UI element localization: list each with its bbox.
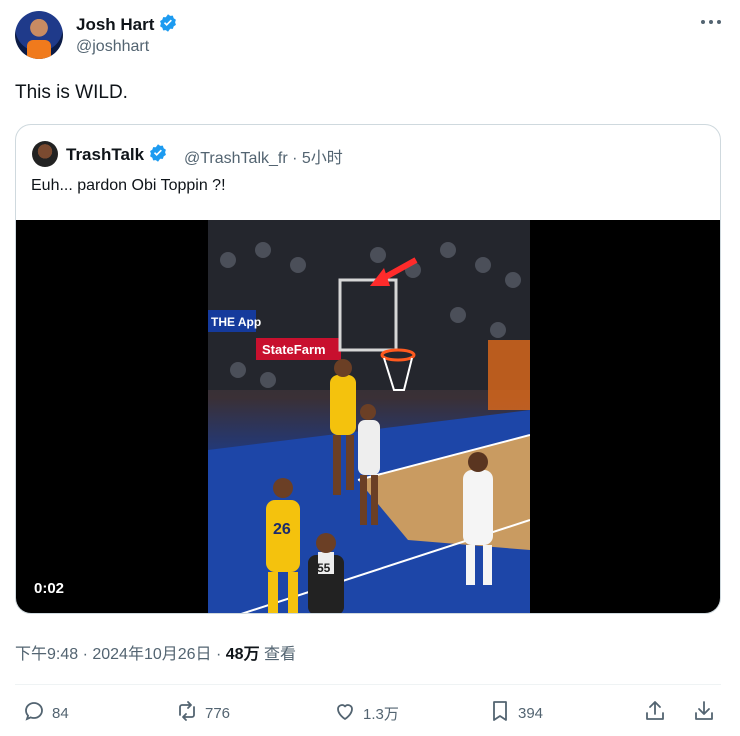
quoted-author-handle[interactable]: @TrashTalk_fr [184,150,288,167]
heart-icon [333,699,357,727]
tweet-timestamp-row: 下午9:48 · 2024年10月26日 · 48万 查看 [15,640,296,664]
quoted-tweet-card[interactable]: TrashTalk @TrashTalk_fr · 5小时 Euh... par… [15,124,721,614]
repost-icon [175,699,199,727]
author-name-row[interactable]: Josh Hart [76,13,178,38]
more-options-icon[interactable] [698,12,724,32]
views-label: 查看 [259,646,297,663]
tweet-text: This is WILD. [15,82,128,103]
reply-icon [22,699,46,727]
jersey-number: 26 [273,521,291,538]
repost-count: 776 [205,704,231,722]
like-count: 1.3万 [363,705,399,723]
download-button[interactable] [692,700,716,726]
quoted-text: Euh... pardon Obi Toppin ?! [31,177,226,194]
quoted-author-avatar[interactable] [32,141,58,167]
tweet-timestamp[interactable]: 下午9:48 · 2024年10月26日 · [15,646,226,663]
bookmark-icon [488,699,512,727]
share-button[interactable] [643,700,667,726]
video-player[interactable]: THE App StateFarm 26 55 0:02 [16,220,720,613]
ad-board-text: StateFarm [262,342,326,357]
ad-board-text: THE App [211,315,261,329]
reply-count: 84 [52,704,69,722]
jersey-number: 55 [317,561,331,575]
quoted-author-name[interactable]: TrashTalk [66,145,144,164]
divider [15,684,721,685]
views-count[interactable]: 48万 [226,646,260,663]
share-icon [643,699,667,727]
video-frame: THE App StateFarm 26 55 [208,220,530,613]
quoted-meta: @TrashTalk_fr · 5小时 [184,144,343,168]
repost-button[interactable]: 776 [175,700,230,726]
author-name[interactable]: Josh Hart [76,15,154,34]
video-duration: 0:02 [34,580,65,597]
verified-badge-icon [148,143,168,168]
meta-separator: · [292,150,298,167]
video-scene: THE App StateFarm 26 55 [208,220,530,613]
author-handle[interactable]: @joshhart [76,38,149,56]
reply-button[interactable]: 84 [22,700,69,726]
verified-badge-icon [158,13,178,38]
author-avatar[interactable] [15,11,63,59]
like-button[interactable]: 1.3万 [333,700,399,726]
quoted-time[interactable]: 5小时 [302,150,343,167]
download-icon [692,699,716,727]
bookmark-button[interactable]: 394 [488,700,543,726]
bookmark-count: 394 [518,704,544,722]
quoted-name-row[interactable]: TrashTalk [66,143,168,168]
